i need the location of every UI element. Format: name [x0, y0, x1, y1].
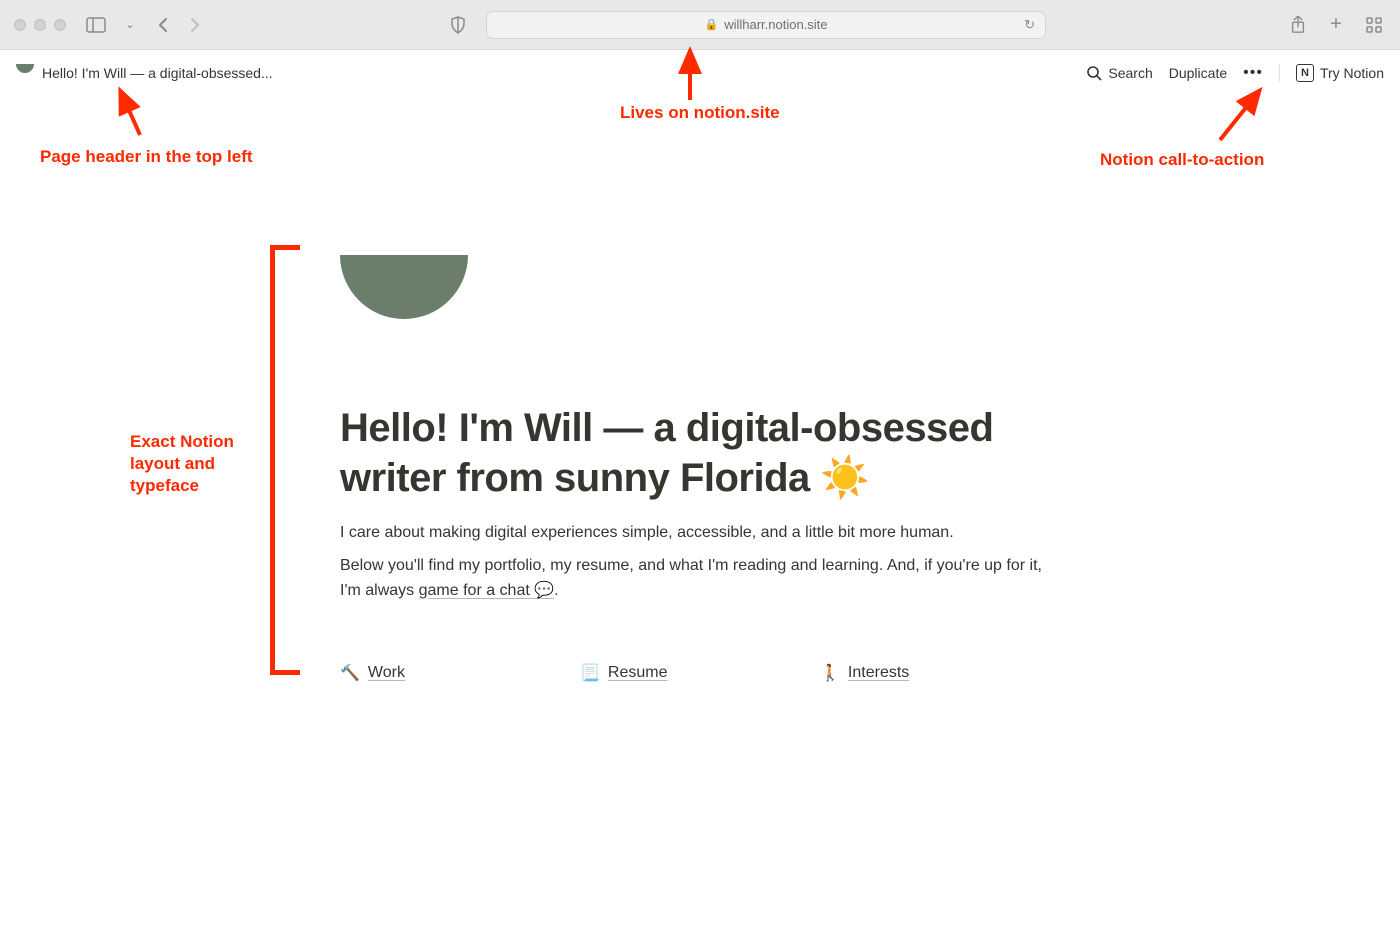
link-interests-label: Interests	[848, 664, 909, 682]
link-interests[interactable]: 🚶 Interests	[820, 663, 1060, 683]
divider	[1279, 64, 1280, 82]
search-button[interactable]: Search	[1086, 65, 1152, 81]
paragraph-1: I care about making digital experiences …	[340, 521, 1060, 546]
duplicate-button[interactable]: Duplicate	[1169, 65, 1227, 81]
page-links-row: 🔨 Work 📃 Resume 🚶 Interests	[340, 663, 1060, 683]
close-window-icon[interactable]	[14, 19, 26, 31]
try-notion-label: Try Notion	[1320, 65, 1384, 81]
duplicate-label: Duplicate	[1169, 65, 1227, 81]
reload-icon[interactable]: ↻	[1024, 17, 1035, 33]
notion-topbar: Hello! I'm Will — a digital-obsessed... …	[0, 50, 1400, 95]
link-resume-label: Resume	[608, 664, 668, 682]
more-menu-button[interactable]: •••	[1243, 64, 1263, 82]
lock-icon: 🔒	[704, 18, 718, 31]
breadcrumb-title: Hello! I'm Will — a digital-obsessed...	[42, 65, 273, 81]
annotation-topleft: Page header in the top left	[40, 147, 253, 167]
search-icon	[1086, 65, 1102, 81]
search-label: Search	[1108, 65, 1152, 81]
chat-link[interactable]: game for a chat 💬	[419, 582, 555, 599]
url-text: willharr.notion.site	[724, 17, 827, 32]
link-work[interactable]: 🔨 Work	[340, 663, 580, 683]
sidebar-toggle-icon[interactable]	[84, 13, 108, 37]
para2-text-b: .	[554, 582, 558, 599]
hammer-icon: 🔨	[340, 663, 360, 683]
window-controls	[14, 19, 66, 31]
chevron-down-icon[interactable]: ⌄	[118, 13, 142, 37]
notion-logo-icon: N	[1296, 64, 1314, 82]
share-icon[interactable]	[1286, 13, 1310, 37]
minimize-window-icon[interactable]	[34, 19, 46, 31]
address-bar[interactable]: 🔒 willharr.notion.site ↻	[486, 11, 1046, 39]
back-button[interactable]	[152, 13, 174, 37]
page-icon[interactable]	[340, 255, 468, 383]
annotation-topright: Notion call-to-action	[1100, 150, 1264, 170]
paragraph-2: Below you'll find my portfolio, my resum…	[340, 554, 1060, 604]
link-work-label: Work	[368, 664, 405, 682]
walking-icon: 🚶	[820, 663, 840, 683]
annotation-bracket	[270, 245, 300, 675]
maximize-window-icon[interactable]	[54, 19, 66, 31]
link-resume[interactable]: 📃 Resume	[580, 663, 820, 683]
tab-overview-icon[interactable]	[1362, 13, 1386, 37]
breadcrumb[interactable]: Hello! I'm Will — a digital-obsessed...	[16, 64, 273, 82]
annotation-side: Exact Notion layout and typeface	[130, 431, 260, 497]
new-tab-icon[interactable]: +	[1324, 13, 1348, 37]
privacy-shield-icon[interactable]	[446, 13, 470, 37]
page-mini-icon	[16, 64, 34, 82]
page-title: Hello! I'm Will — a digital-obsessed wri…	[340, 403, 1060, 503]
try-notion-button[interactable]: N Try Notion	[1296, 64, 1384, 82]
forward-button[interactable]	[184, 13, 206, 37]
page-content: Hello! I'm Will — a digital-obsessed wri…	[340, 95, 1060, 683]
browser-toolbar: ⌄ 🔒 willharr.notion.site ↻ +	[0, 0, 1400, 50]
page-icon-emoji: 📃	[580, 663, 600, 683]
